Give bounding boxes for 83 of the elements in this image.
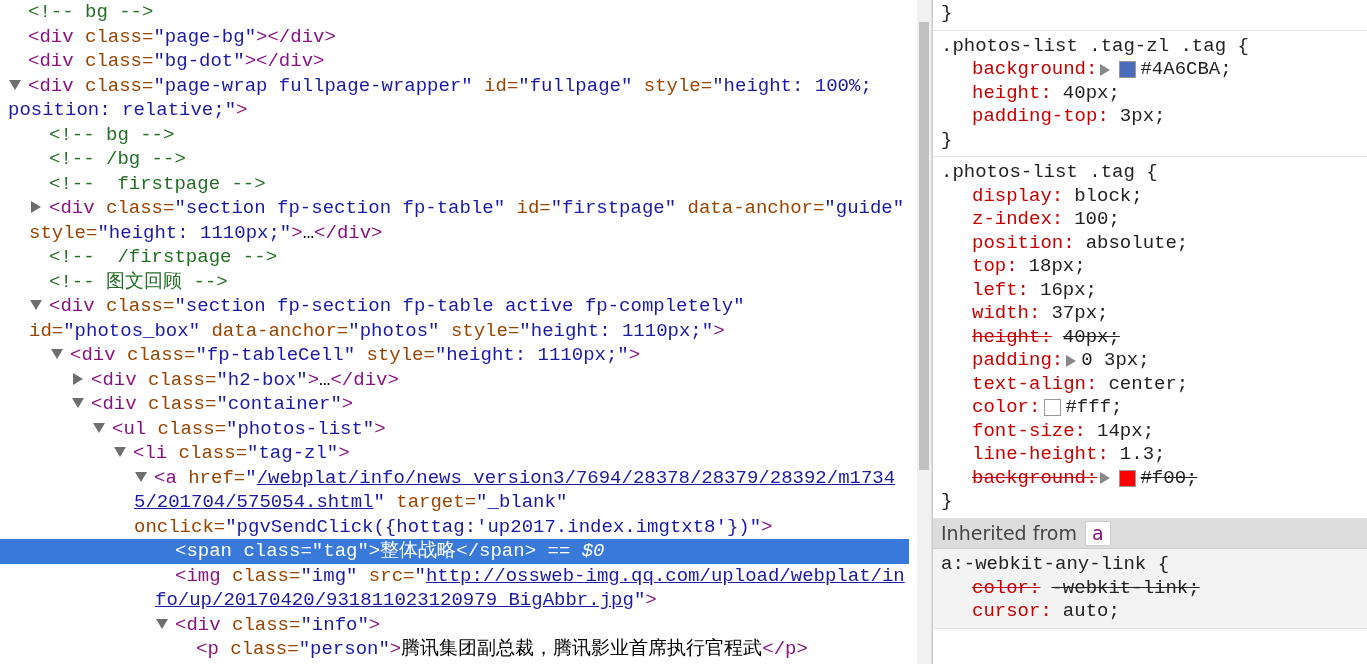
- dom-node-row[interactable]: <p class="person">腾讯集团副总裁，腾讯影业首席执行官程武</p>: [0, 637, 909, 662]
- expand-triangle-icon[interactable]: [1099, 63, 1112, 76]
- property-value: center;: [1108, 372, 1189, 396]
- collapsed-triangle-icon[interactable]: [29, 200, 43, 214]
- property-name: position:: [972, 231, 1075, 255]
- property-name: cursor:: [972, 600, 1052, 624]
- property-value: 3px;: [1119, 105, 1166, 129]
- closing-brace: }: [941, 490, 954, 514]
- color-swatch[interactable]: [1044, 399, 1062, 417]
- property-value: #f00;: [1140, 466, 1198, 490]
- expanded-triangle-icon[interactable]: [29, 298, 43, 312]
- closing-brace: }: [941, 2, 954, 26]
- property-name: color:: [972, 576, 1041, 600]
- dom-node-row[interactable]: <div class="page-wrap fullpage-wrapper" id="fullpage" style="height: 100%; position: relative;">: [0, 73, 909, 123]
- dom-node-row[interactable]: <div class="section fp-section fp-table active fp-completely" id="photos_box" data-anchor="photos" style="height: 1110px;">: [0, 294, 909, 343]
- css-selector: a:-webkit-any-link {: [941, 553, 1171, 577]
- property-value: 40px;: [1062, 325, 1120, 349]
- dom-node-row[interactable]: <ul class="photos-list">: [0, 416, 909, 441]
- expanded-triangle-icon[interactable]: [113, 445, 127, 459]
- property-name: padding:: [972, 349, 1064, 373]
- dom-node-row[interactable]: <div class="container">: [0, 392, 909, 417]
- expanded-triangle-icon[interactable]: [155, 616, 169, 631]
- scrollbar-thumb[interactable]: [919, 22, 929, 470]
- property-name: height:: [972, 81, 1052, 105]
- dom-node-row[interactable]: <!-- 图文回顾 -->: [0, 269, 909, 294]
- property-value: block;: [1074, 184, 1143, 208]
- dom-node-row[interactable]: <div class="info">: [0, 612, 909, 637]
- property-name: background:: [972, 58, 1098, 82]
- expanded-triangle-icon[interactable]: [134, 469, 148, 484]
- dom-node-row[interactable]: <div class="bg-dot"></div>: [0, 49, 909, 74]
- property-name: background:: [972, 466, 1098, 490]
- dom-node-row[interactable]: <a href="/webplat/info/news_version3/7694/28378/28379/28392/m17345/201704/575054.shtml" target="_blank" onclick="pgvSendClick({hottag:'up2017.index.imgtxt8'})">: [0, 465, 909, 539]
- property-name: height:: [972, 325, 1052, 349]
- dom-node-row[interactable]: <div class="section fp-section fp-table" id="firstpage" data-anchor="guide" style="height: 1110px;">…</div>: [0, 196, 909, 245]
- expanded-triangle-icon[interactable]: [71, 396, 85, 410]
- property-name: z-index:: [972, 208, 1064, 232]
- property-name: text-align:: [972, 372, 1098, 396]
- dom-node-row[interactable]: <div class="h2-box">…</div>: [0, 367, 909, 392]
- dom-node-row[interactable]: <!-- firstpage -->: [0, 171, 909, 196]
- dom-node-row[interactable]: <!-- bg -->: [0, 122, 909, 147]
- dom-node-row[interactable]: <!-- /firstpage -->: [0, 245, 909, 270]
- property-value: 18px;: [1028, 255, 1086, 279]
- property-name: color:: [972, 396, 1041, 420]
- property-name: font-size:: [972, 419, 1087, 443]
- css-selector: .photos-list .tag {: [941, 161, 1159, 185]
- dom-node-row[interactable]: <div class="page-bg"></div>: [0, 24, 909, 49]
- dom-node-row[interactable]: <span class="tag">整体战略</span> == $0: [0, 539, 909, 564]
- property-value: auto;: [1062, 600, 1120, 624]
- property-name: top:: [972, 255, 1018, 279]
- dom-node-row[interactable]: <li class="tag-zl">: [0, 441, 909, 466]
- scrollbar[interactable]: [917, 0, 932, 664]
- expanded-triangle-icon[interactable]: [92, 420, 106, 435]
- property-value: 16px;: [1040, 278, 1098, 302]
- property-value: 0 3px;: [1081, 349, 1150, 373]
- expand-triangle-icon[interactable]: [1099, 472, 1112, 485]
- property-name: padding-top:: [972, 105, 1109, 129]
- property-value: 14px;: [1097, 419, 1155, 443]
- color-swatch[interactable]: [1119, 469, 1137, 487]
- closing-brace: }: [941, 128, 954, 152]
- property-value: absolute;: [1085, 231, 1189, 255]
- property-value: 37px;: [1051, 302, 1109, 326]
- element-link[interactable]: a: [1084, 520, 1111, 546]
- color-swatch[interactable]: [1119, 61, 1137, 79]
- dom-node-row[interactable]: <img class="img" src="http://ossweb-img.qq.com/upload/webplat/info/up/20170420/931811023120979_BigAbbr.jpg">: [0, 563, 909, 613]
- expand-triangle-icon[interactable]: [1065, 354, 1078, 367]
- property-value: 40px;: [1062, 81, 1120, 105]
- expanded-triangle-icon[interactable]: [50, 347, 64, 361]
- dom-node-row[interactable]: <!-- bg -->: [0, 0, 909, 25]
- property-value: #4A6CBA;: [1140, 58, 1232, 82]
- property-name: line-height:: [972, 443, 1109, 467]
- dom-node-row[interactable]: <div class="fp-tableCell" style="height: 1110px;">: [0, 343, 909, 368]
- property-value: 1.3;: [1119, 443, 1166, 467]
- property-value: #fff;: [1065, 396, 1123, 420]
- property-name: left:: [972, 278, 1029, 302]
- expanded-triangle-icon[interactable]: [8, 77, 22, 92]
- dom-node-row[interactable]: <!-- /bg -->: [0, 147, 909, 172]
- inherited-label: Inherited from: [941, 521, 1077, 545]
- property-value: -webkit-link;: [1051, 576, 1200, 600]
- collapsed-triangle-icon[interactable]: [71, 371, 85, 386]
- css-selector: .photos-list .tag-zl .tag {: [941, 34, 1250, 58]
- property-name: width:: [972, 302, 1041, 326]
- property-value: 100;: [1074, 208, 1120, 232]
- property-name: display:: [972, 184, 1064, 208]
